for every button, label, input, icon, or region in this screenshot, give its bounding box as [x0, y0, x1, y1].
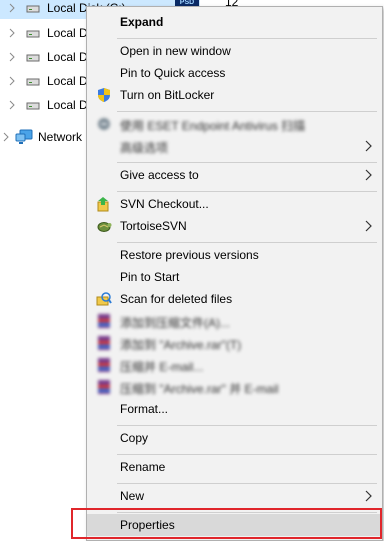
chevron-right-icon [365, 220, 372, 232]
menu-item-svn-checkout[interactable]: SVN Checkout... [87, 193, 382, 215]
svn-checkout-icon [97, 197, 109, 212]
menu-item-label: Open in new window [120, 44, 231, 58]
menu-item-eset-scan[interactable]: 使用 ESET Endpoint Antivirus 扫描 [87, 113, 382, 135]
chevron-right-icon[interactable] [8, 3, 16, 13]
chevron-right-icon[interactable] [8, 52, 16, 62]
menu-item-label: New [120, 489, 145, 503]
menu-item-tortoisesvn[interactable]: TortoiseSVN [87, 215, 382, 237]
nav-item-label: Local D [47, 26, 88, 40]
chevron-right-icon [365, 169, 372, 181]
menu-item-add-to-archive[interactable]: 添加到压缩文件(A)... [87, 310, 382, 332]
tortoise-icon [97, 222, 112, 232]
menu-separator [117, 111, 377, 112]
menu-item-label: 使用 ESET Endpoint Antivirus 扫描 [120, 119, 306, 133]
chevron-right-icon[interactable] [8, 76, 16, 86]
menu-item-restore-previous[interactable]: Restore previous versions [87, 244, 382, 266]
menu-item-label: Turn on BitLocker [120, 88, 215, 102]
menu-item-open-new-window[interactable]: Open in new window [87, 40, 382, 62]
context-menu: Expand Open in new window Pin to Quick a… [86, 6, 383, 541]
menu-separator [117, 162, 377, 163]
menu-item-pin-to-start[interactable]: Pin to Start [87, 266, 382, 288]
chevron-right-icon [365, 140, 372, 152]
menu-item-scan-deleted[interactable]: Scan for deleted files [87, 288, 382, 310]
menu-item-compress-email[interactable]: 压缩并 E-mail... [87, 354, 382, 376]
menu-item-label: 添加到压缩文件(A)... [120, 316, 230, 330]
menu-item-label: Format... [120, 402, 169, 416]
menu-item-label: Restore previous versions [120, 248, 259, 262]
menu-separator [117, 191, 377, 192]
menu-separator [117, 38, 377, 39]
nav-item-label: Local D [47, 74, 88, 88]
menu-item-format[interactable]: Format... [87, 398, 382, 420]
nav-item-label: Local D [47, 98, 88, 112]
menu-separator [117, 425, 377, 426]
drive-icon [26, 78, 40, 86]
drive-icon [26, 5, 40, 13]
winrar-icon [98, 314, 110, 328]
menu-item-add-to-archive-named[interactable]: 添加到 "Archive.rar"(T) [87, 332, 382, 354]
winrar-icon [98, 336, 110, 350]
highlight-box [71, 508, 382, 539]
menu-item-label: SVN Checkout... [120, 197, 209, 211]
chevron-right-icon[interactable] [2, 132, 10, 142]
chevron-right-icon [365, 490, 372, 502]
menu-item-turn-on-bitlocker[interactable]: Turn on BitLocker [87, 84, 382, 106]
menu-item-label: 压缩并 E-mail... [120, 360, 204, 374]
menu-item-give-access[interactable]: Give access to [87, 164, 382, 186]
menu-item-label: Scan for deleted files [120, 292, 233, 306]
drive-icon [26, 54, 40, 62]
network-icon [15, 129, 33, 144]
menu-item-label: TortoiseSVN [120, 219, 187, 233]
menu-item-label: 添加到 "Archive.rar"(T) [120, 338, 242, 352]
scan-icon [96, 292, 112, 306]
menu-item-advanced-options[interactable]: 高级选项 [87, 135, 382, 157]
menu-separator [117, 242, 377, 243]
nav-item-label: Local D [47, 50, 88, 64]
menu-item-new[interactable]: New [87, 485, 382, 507]
shield-icon [98, 88, 110, 102]
menu-item-label: Give access to [120, 168, 199, 182]
eset-icon [98, 118, 110, 130]
chevron-right-icon[interactable] [8, 100, 16, 110]
winrar-icon [98, 380, 110, 394]
menu-separator [117, 483, 377, 484]
menu-item-rename[interactable]: Rename [87, 456, 382, 478]
menu-item-expand[interactable]: Expand [87, 11, 382, 33]
menu-item-label: 压缩到 "Archive.rar" 并 E-mail [120, 382, 279, 396]
menu-separator [117, 454, 377, 455]
menu-item-copy[interactable]: Copy [87, 427, 382, 449]
menu-item-compress-named-email[interactable]: 压缩到 "Archive.rar" 并 E-mail [87, 376, 382, 398]
drive-icon [26, 30, 40, 38]
menu-item-pin-quick-access[interactable]: Pin to Quick access [87, 62, 382, 84]
menu-item-label: Pin to Quick access [120, 66, 226, 80]
drive-icon [26, 102, 40, 110]
winrar-icon [98, 358, 110, 372]
menu-item-label: Pin to Start [120, 270, 180, 284]
chevron-right-icon[interactable] [8, 28, 16, 38]
menu-item-label: Expand [120, 15, 164, 29]
menu-item-label: 高级选项 [120, 141, 169, 155]
menu-item-label: Copy [120, 431, 149, 445]
menu-item-label: Rename [120, 460, 166, 474]
nav-item-label: Network [38, 130, 83, 144]
